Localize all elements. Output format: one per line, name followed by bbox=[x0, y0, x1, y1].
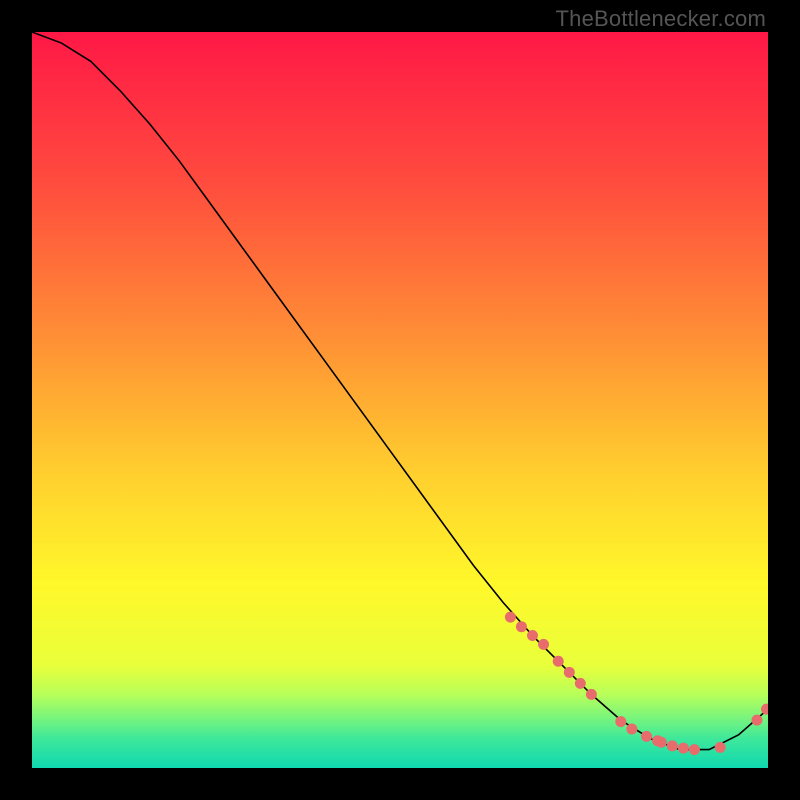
data-points bbox=[505, 612, 768, 755]
data-point bbox=[564, 667, 575, 678]
data-point bbox=[527, 630, 538, 641]
bottleneck-curve bbox=[32, 32, 768, 750]
data-point bbox=[553, 656, 564, 667]
data-point bbox=[678, 743, 689, 754]
plot-area bbox=[32, 32, 768, 768]
data-point bbox=[641, 731, 652, 742]
watermark-text: TheBottlenecker.com bbox=[556, 6, 766, 32]
data-point bbox=[689, 744, 700, 755]
chart-container: TheBottlenecker.com bbox=[0, 0, 800, 800]
data-point bbox=[575, 678, 586, 689]
data-point bbox=[667, 740, 678, 751]
data-point bbox=[516, 621, 527, 632]
data-point bbox=[586, 689, 597, 700]
data-point bbox=[656, 737, 667, 748]
data-point bbox=[626, 723, 637, 734]
data-point bbox=[538, 639, 549, 650]
data-point bbox=[761, 704, 768, 715]
data-point bbox=[505, 612, 516, 623]
data-point bbox=[751, 715, 762, 726]
data-point bbox=[715, 742, 726, 753]
curve-layer bbox=[32, 32, 768, 768]
data-point bbox=[615, 716, 626, 727]
